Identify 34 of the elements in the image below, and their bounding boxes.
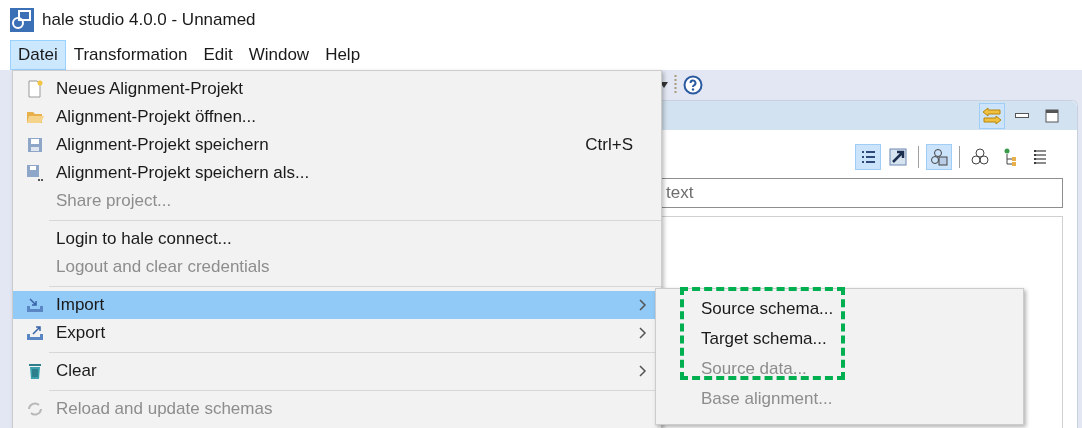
details-list-icon <box>1031 148 1049 166</box>
window-title: hale studio 4.0.0 - Unnamed <box>42 10 256 30</box>
chevron-icon <box>639 299 647 311</box>
schema-type-icon <box>930 148 948 166</box>
refresh-icon <box>25 400 44 418</box>
menu-bar-item[interactable]: Datei <box>10 40 66 70</box>
new-file-icon <box>25 80 44 98</box>
chevron-icon <box>639 365 647 377</box>
toolbar-grip-icon <box>674 74 677 96</box>
save-icon <box>25 136 44 154</box>
chevron-icon <box>639 327 647 339</box>
view-toggle-button[interactable] <box>926 144 952 170</box>
list-icon <box>859 148 877 166</box>
menu-item[interactable]: Login to hale connect... <box>13 225 661 253</box>
export-icon <box>25 324 44 342</box>
view-toggle-button[interactable] <box>855 144 881 170</box>
app-logo-icon <box>10 8 34 32</box>
menu-bar-item[interactable]: Transformation <box>65 40 196 70</box>
maximize-icon <box>1043 106 1061 125</box>
save-as-icon <box>25 164 44 182</box>
jump-arrow-icon <box>889 148 907 166</box>
menu-bar-item[interactable]: Window <box>240 40 318 70</box>
menu-item[interactable]: Alignment-Projekt speichern Ctrl+S <box>13 131 661 159</box>
menu-bar-item[interactable]: Edit <box>195 40 241 70</box>
menu-bar-item[interactable]: Help <box>317 40 369 70</box>
import-icon <box>25 296 44 314</box>
menu-item[interactable]: Neues Alignment-Projekt <box>13 75 661 103</box>
help-icon[interactable] <box>683 75 703 95</box>
circles-icon <box>971 148 989 166</box>
menu-item[interactable]: Target schema... <box>656 324 1023 354</box>
menu-item[interactable]: Alignment-Projekt öffnen... <box>13 103 661 131</box>
minimize-icon <box>1015 113 1029 118</box>
swap-arrows-icon <box>981 105 1003 126</box>
shortcut-text: Ctrl+S <box>585 135 633 155</box>
